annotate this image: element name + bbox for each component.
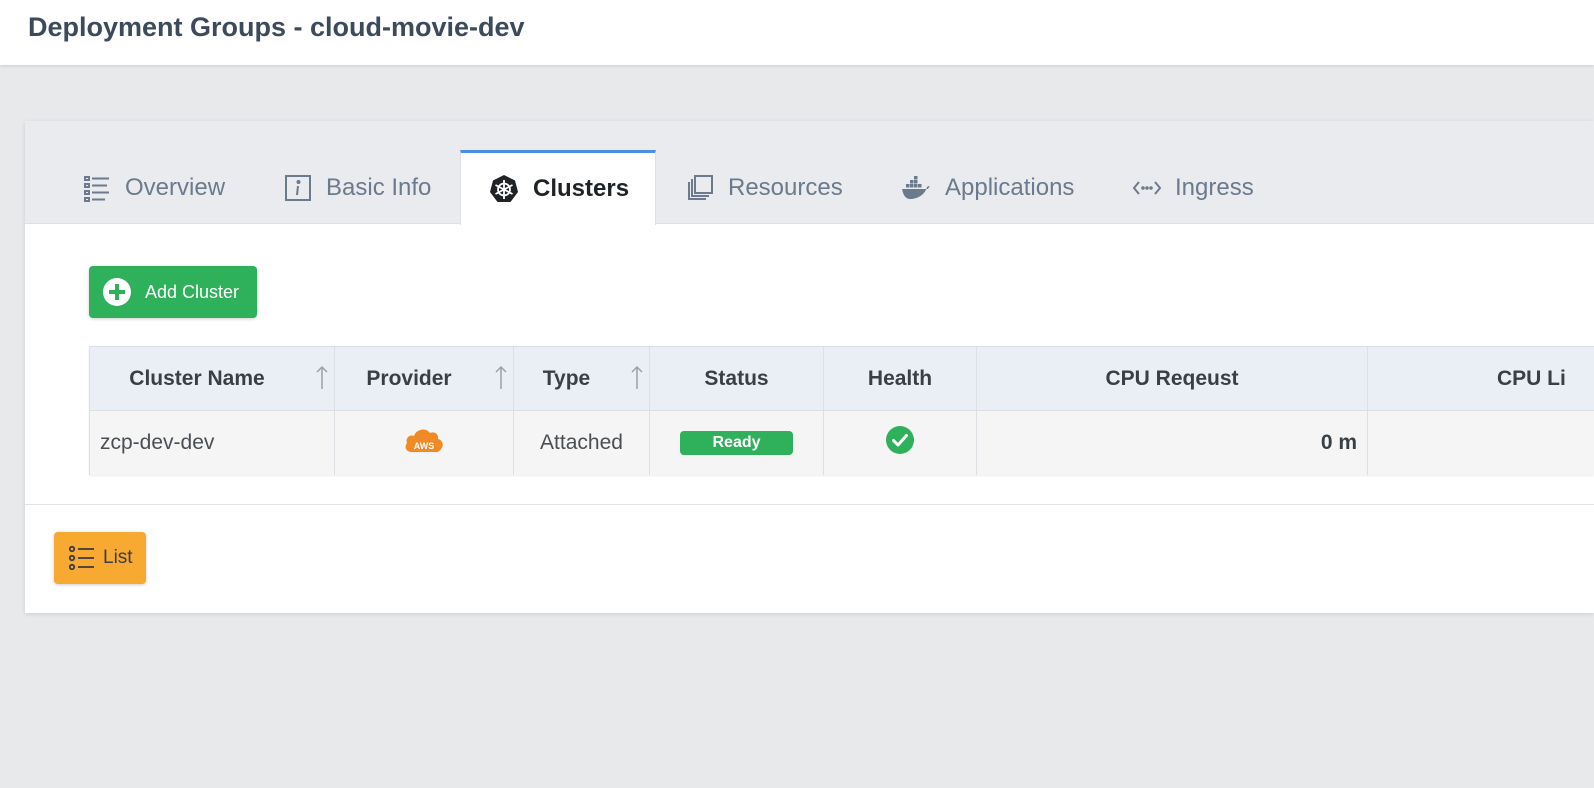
main-card: Overview Basic Info Clusters Resources A… bbox=[25, 121, 1594, 613]
tab-applications[interactable]: Applications bbox=[873, 150, 1102, 225]
top-header: Deployment Groups - cloud-movie-dev bbox=[0, 0, 1594, 65]
check-circle-icon bbox=[886, 426, 914, 460]
tab-ingress[interactable]: Ingress bbox=[1105, 150, 1282, 225]
page-title: Deployment Groups - cloud-movie-dev bbox=[28, 12, 525, 42]
sort-arrow-icon bbox=[316, 365, 328, 389]
table-header-row: Cluster Name Provider Type Status Health… bbox=[90, 347, 1594, 411]
add-cluster-button[interactable]: Add Cluster bbox=[89, 266, 257, 318]
cell-cluster-name: zcp-dev-dev bbox=[90, 411, 335, 475]
clusters-panel: Add Cluster Cluster Name Provider Type S… bbox=[25, 225, 1594, 505]
cell-cpu-request: 0 m bbox=[977, 411, 1368, 475]
list-icon bbox=[83, 174, 111, 202]
tab-label: Resources bbox=[728, 173, 843, 201]
sort-arrow-icon bbox=[495, 365, 507, 389]
stack-icon bbox=[686, 174, 714, 202]
table-row[interactable]: zcp-dev-dev AWS Attached Ready 0 m bbox=[90, 411, 1594, 475]
column-header-status: Status bbox=[650, 347, 824, 411]
docker-icon bbox=[901, 175, 931, 201]
cell-provider: AWS bbox=[335, 411, 514, 475]
column-header-type[interactable]: Type bbox=[514, 347, 650, 411]
tab-resources[interactable]: Resources bbox=[658, 150, 871, 225]
tab-basic-info[interactable]: Basic Info bbox=[256, 150, 459, 225]
cell-health bbox=[824, 411, 977, 475]
tab-label: Clusters bbox=[533, 175, 630, 202]
column-header-cpu-limit: CPU Li bbox=[1497, 367, 1566, 390]
tab-bar: Overview Basic Info Clusters Resources A… bbox=[25, 121, 1594, 225]
list-button[interactable]: List bbox=[54, 532, 146, 584]
cell-cpu-limit bbox=[1368, 411, 1594, 475]
tab-overview[interactable]: Overview bbox=[55, 150, 253, 225]
plus-circle-icon bbox=[103, 278, 131, 306]
column-header-health: Health bbox=[824, 347, 977, 411]
sort-arrow-icon bbox=[631, 365, 643, 389]
code-icon bbox=[1133, 178, 1161, 198]
cell-type: Attached bbox=[514, 411, 650, 475]
tab-clusters[interactable]: Clusters bbox=[460, 150, 656, 225]
cell-status: Ready bbox=[650, 411, 824, 475]
info-icon bbox=[284, 174, 312, 202]
list-label: List bbox=[103, 547, 133, 568]
kubernetes-icon bbox=[489, 174, 519, 204]
add-cluster-label: Add Cluster bbox=[145, 281, 240, 302]
tab-label: Ingress bbox=[1175, 173, 1254, 201]
status-badge: Ready bbox=[680, 431, 793, 455]
column-header-cpu-request: CPU Reqeust bbox=[977, 347, 1368, 411]
tab-label: Basic Info bbox=[326, 173, 432, 201]
tab-label: Overview bbox=[125, 173, 226, 201]
tab-label: Applications bbox=[945, 173, 1075, 201]
clusters-table: Cluster Name Provider Type Status Health… bbox=[89, 346, 1594, 475]
svg-text:AWS: AWS bbox=[414, 441, 435, 451]
list-icon bbox=[69, 546, 95, 570]
column-header-provider[interactable]: Provider bbox=[335, 347, 514, 411]
column-header-cluster-name[interactable]: Cluster Name bbox=[90, 347, 335, 411]
aws-icon: AWS bbox=[404, 426, 444, 460]
